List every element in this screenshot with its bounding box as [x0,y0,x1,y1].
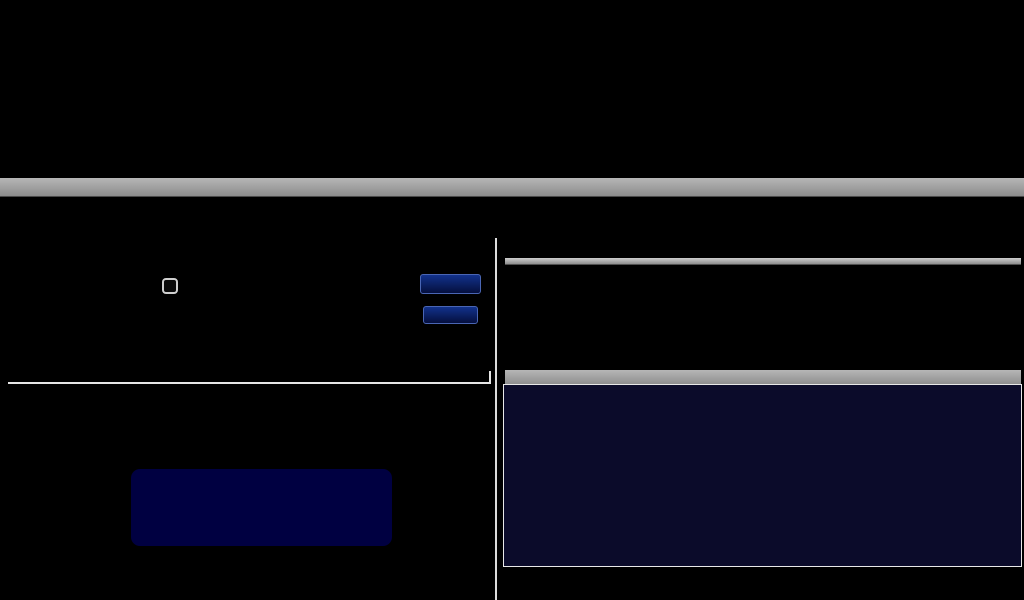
af-scroll-strip[interactable] [505,258,1021,265]
rf-spectrum[interactable] [0,197,1024,235]
af-frequency-ruler[interactable] [505,370,1021,385]
hdsdr-app [0,0,1024,600]
af-spectrum[interactable] [503,384,1022,567]
rf-frequency-ruler[interactable] [0,178,1024,197]
panel-divider [495,238,497,600]
extio-button[interactable] [423,306,478,324]
af-spectrum-canvas[interactable] [504,385,804,535]
lo-a-badge[interactable] [162,278,178,294]
af-waterfall[interactable] [0,0,300,150]
freqmgr-button[interactable] [420,274,481,294]
playback-progress-bar[interactable] [8,371,491,384]
rf-spectrum-canvas[interactable] [0,197,300,235]
dsp-button-panel [131,469,392,546]
